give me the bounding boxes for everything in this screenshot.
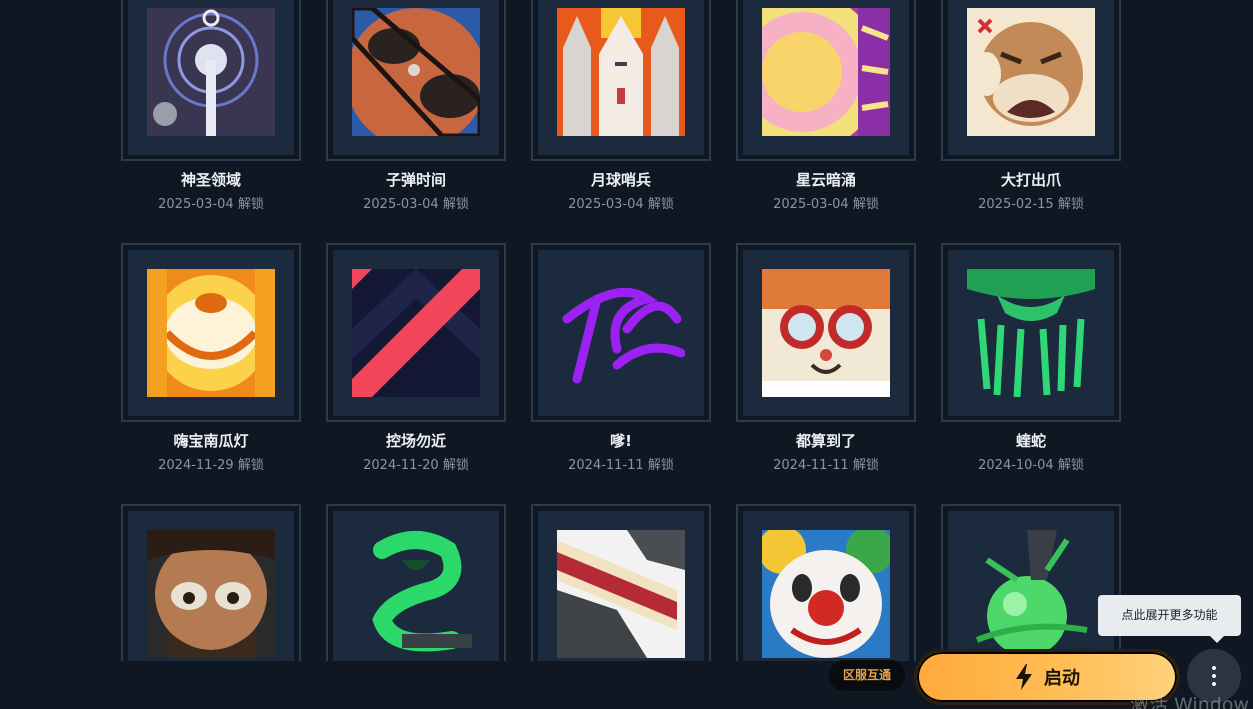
emblem-unlock-date: 2024-11-29 解锁 <box>121 454 301 473</box>
emblem-unlock-date: 2025-03-04 解锁 <box>531 193 711 212</box>
emblem-frame <box>531 504 711 661</box>
emblem-frame <box>941 504 1121 661</box>
viper-logo-icon <box>967 269 1095 397</box>
emblem-name: 蝰蛇 <box>1015 432 1046 450</box>
unlock-date-value: 2024-11-29 <box>158 458 234 473</box>
emblem-name: 嗲! <box>610 432 632 450</box>
unlock-suffix: 解锁 <box>647 458 674 473</box>
unlock-suffix: 解锁 <box>1057 197 1084 212</box>
emblem-name: 星云暗涌 <box>795 171 856 189</box>
unlock-suffix: 解锁 <box>237 458 264 473</box>
emblem-unlock-date: 2024-11-11 解锁 <box>736 454 916 473</box>
emblem-unlock-date: 2025-03-04 解锁 <box>326 193 506 212</box>
emblem-frame <box>326 504 506 661</box>
unlock-date-value: 2024-11-20 <box>363 458 439 473</box>
unlock-date-value: 2024-11-11 <box>773 458 849 473</box>
unlock-suffix: 解锁 <box>1057 458 1084 473</box>
emblem-frame <box>121 243 301 422</box>
cake-slice-icon <box>557 530 685 658</box>
unlock-date-value: 2025-03-04 <box>568 197 644 212</box>
bearded-man-icon <box>147 530 275 658</box>
kebab-dot <box>1212 682 1216 686</box>
unlock-date-value: 2025-03-04 <box>363 197 439 212</box>
unlock-date-value: 2025-03-04 <box>158 197 234 212</box>
lunar-sentinel-icon <box>557 8 685 136</box>
emblem-name: 嗨宝南瓜灯 <box>173 432 249 450</box>
unlock-date-value: 2024-10-04 <box>978 458 1054 473</box>
unlock-suffix: 解锁 <box>852 197 879 212</box>
emblem-unlock-date: 2025-03-04 解锁 <box>121 193 301 212</box>
emblem-unlock-date: 2024-11-11 解锁 <box>531 454 711 473</box>
green-orb-icon <box>967 530 1095 658</box>
emblem-name: 月球哨兵 <box>590 171 651 189</box>
emblem-unlock-date: 2024-11-20 解锁 <box>326 454 506 473</box>
stripe-chevron-icon <box>352 269 480 397</box>
kebab-dot <box>1212 666 1216 670</box>
emblem-frame <box>941 0 1121 161</box>
emblem-frame <box>121 0 301 161</box>
emblem-unlock-date: 2025-03-04 解锁 <box>736 193 916 212</box>
unlock-date-value: 2025-03-04 <box>773 197 849 212</box>
unlock-date-value: 2025-02-15 <box>978 197 1054 212</box>
emblem-frame <box>736 243 916 422</box>
unlock-suffix: 解锁 <box>852 458 879 473</box>
emblem-frame <box>531 243 711 422</box>
purple-scribble-icon <box>557 269 685 397</box>
card-grid: 神圣领域 2025-03-04 解锁 子弹时间 2025-03-04 解锁 月球哨兵 20… <box>0 0 1253 661</box>
activation-watermark: 激活 Window <box>1130 694 1249 709</box>
green-snake-icon <box>352 530 480 658</box>
emblem-name: 都算到了 <box>795 432 856 450</box>
angry-cat-icon <box>967 8 1095 136</box>
unlock-date-value: 2024-11-11 <box>568 458 644 473</box>
goggles-cat-icon <box>762 269 890 397</box>
unlock-suffix: 解锁 <box>647 197 674 212</box>
unlock-suffix: 解锁 <box>442 458 469 473</box>
emblem-frame <box>736 0 916 161</box>
bullet-time-icon <box>352 8 480 136</box>
emblem-frame <box>941 243 1121 422</box>
emblem-unlock-date: 2024-10-04 解锁 <box>941 454 1121 473</box>
clown-icon <box>762 530 890 658</box>
emblem-frame <box>326 0 506 161</box>
pumpkin-lantern-icon <box>147 269 275 397</box>
more-tooltip: 点此展开更多功能 <box>1098 595 1241 643</box>
region-interop-badge: 区服互通 <box>829 660 905 691</box>
nebula-surge-icon <box>762 8 890 136</box>
emblem-unlock-date: 2025-02-15 解锁 <box>941 193 1121 212</box>
emblem-name: 子弹时间 <box>385 171 446 189</box>
unlock-suffix: 解锁 <box>442 197 469 212</box>
launch-label: 启动 <box>1044 668 1080 689</box>
bolt-icon <box>1016 664 1032 690</box>
emblem-frame <box>326 243 506 422</box>
emblem-name: 神圣领域 <box>180 171 241 189</box>
sacred-domain-icon <box>147 8 275 136</box>
emblem-name: 控场勿近 <box>385 432 446 450</box>
emblem-frame <box>531 0 711 161</box>
unlock-suffix: 解锁 <box>237 197 264 212</box>
emblem-frame <box>121 504 301 661</box>
kebab-dot <box>1212 674 1216 678</box>
emblem-frame <box>736 504 916 661</box>
emblem-name: 大打出爪 <box>1000 171 1061 189</box>
